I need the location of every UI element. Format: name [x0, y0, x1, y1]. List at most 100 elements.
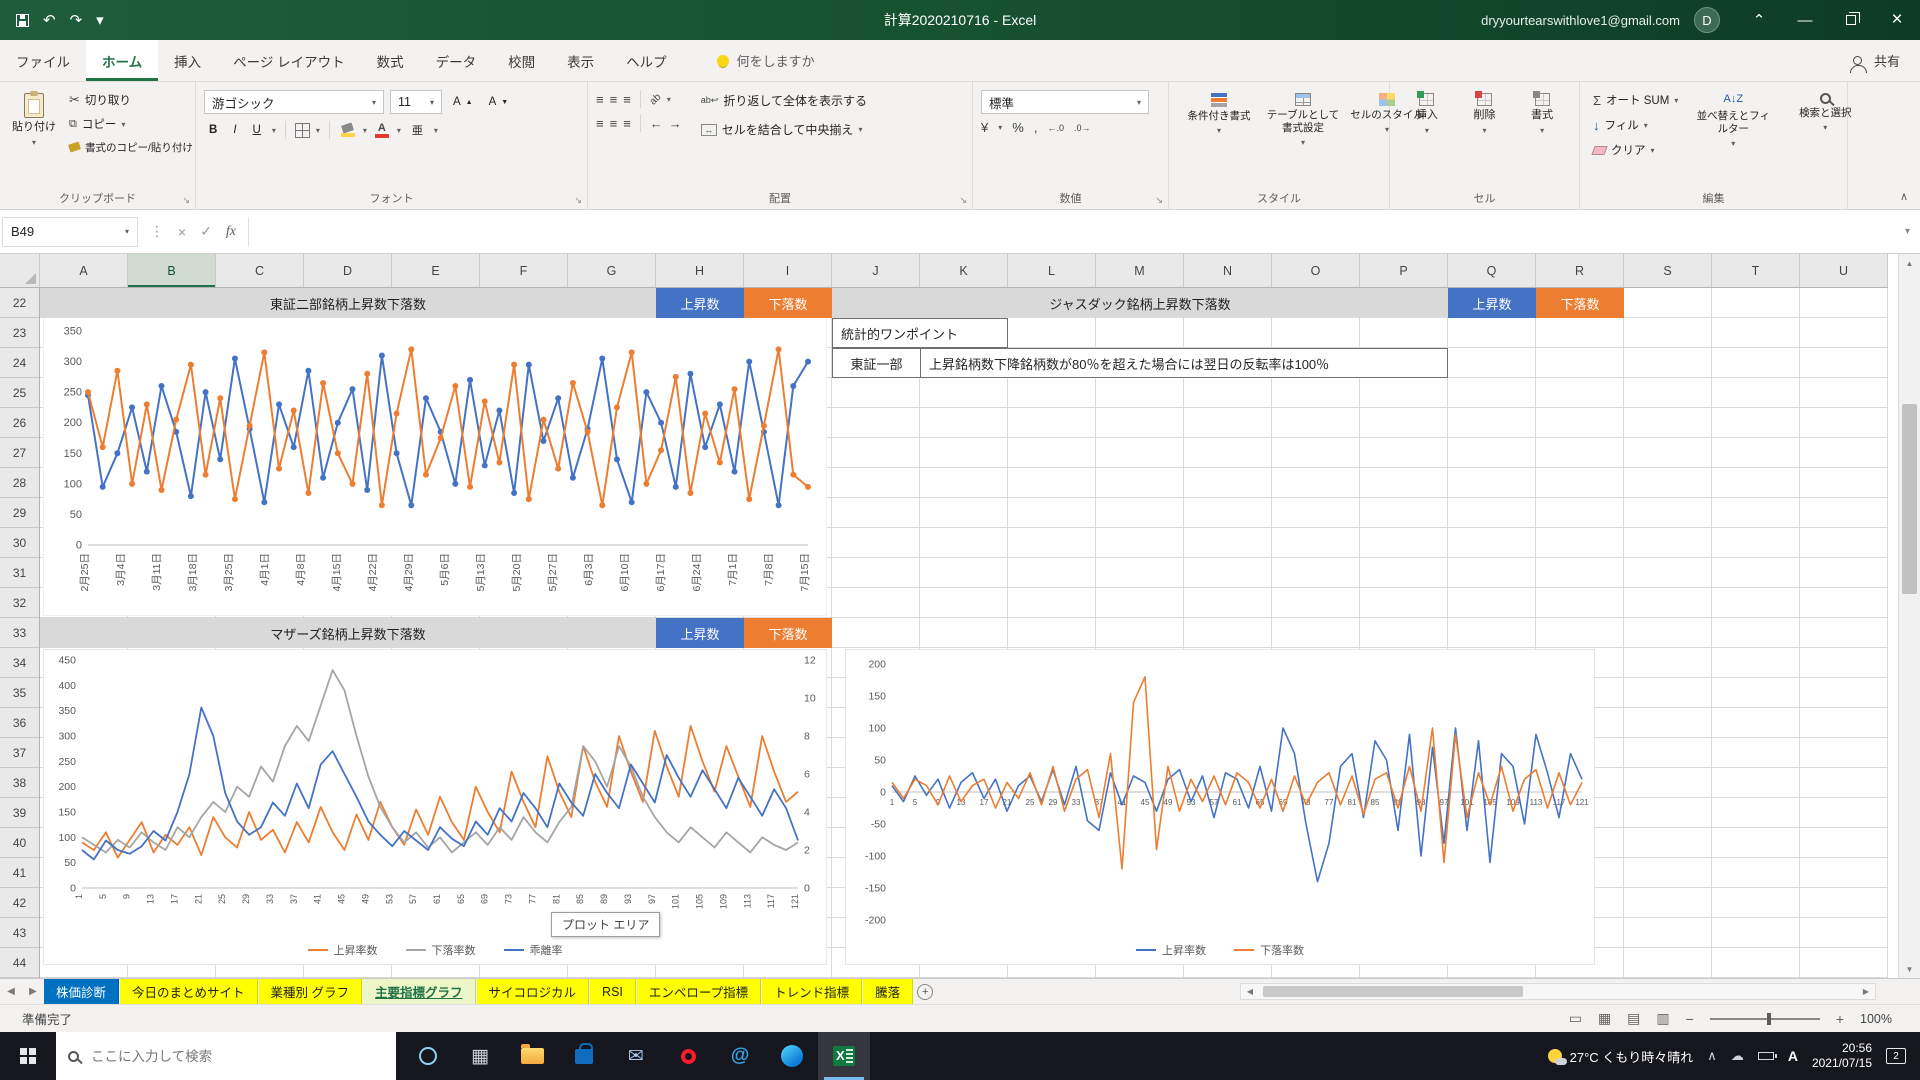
- zoom-slider-thumb[interactable]: [1767, 1013, 1771, 1025]
- row-header-37[interactable]: 37: [0, 738, 39, 768]
- sheet-tab-right-icon[interactable]: ▶: [22, 979, 44, 1004]
- column-header-G[interactable]: G: [568, 254, 656, 287]
- column-header-A[interactable]: A: [40, 254, 128, 287]
- cell-note-title[interactable]: 統計的ワンポイント: [832, 318, 1008, 348]
- redo-icon[interactable]: ↷: [70, 11, 83, 29]
- autosum-button[interactable]: Σオート SUM▾: [1588, 90, 1683, 110]
- excel-icon[interactable]: [818, 1032, 870, 1080]
- align-left-icon[interactable]: ≡: [596, 116, 604, 131]
- band-tosho2bu-title[interactable]: 東証二部銘柄上昇数下落数: [40, 288, 656, 318]
- band-jasdaq-title[interactable]: ジャスダック銘柄上昇数下落数: [832, 288, 1448, 318]
- chart-jasdaq[interactable]: 200150100500-50-100-150-2001591317212529…: [845, 649, 1595, 965]
- add-sheet-button[interactable]: +: [914, 979, 936, 1004]
- increase-font-icon[interactable]: A▲: [448, 94, 478, 110]
- badge-jasdaq-up[interactable]: 上昇数: [1448, 288, 1536, 318]
- store-icon[interactable]: [558, 1032, 610, 1080]
- file-explorer-icon[interactable]: [506, 1032, 558, 1080]
- column-header-S[interactable]: S: [1624, 254, 1712, 287]
- row-header-26[interactable]: 26: [0, 408, 39, 438]
- battery-icon[interactable]: [1758, 1052, 1774, 1060]
- increase-decimal-icon[interactable]: ←.0: [1047, 123, 1064, 133]
- row-header-24[interactable]: 24: [0, 348, 39, 378]
- account-email[interactable]: dryyourtearswithlove1@gmail.com: [1481, 13, 1680, 28]
- cut-button[interactable]: ✂切り取り: [64, 90, 198, 110]
- tell-me-search[interactable]: 何をしますか: [717, 40, 815, 81]
- row-header-43[interactable]: 43: [0, 918, 39, 948]
- copy-button[interactable]: ⧉コピー▾: [64, 114, 198, 134]
- badge-tosho2bu-down[interactable]: 下落数: [744, 288, 832, 318]
- taskbar-clock[interactable]: 20:56 2021/07/15: [1812, 1041, 1872, 1071]
- badge-tosho2bu-up[interactable]: 上昇数: [656, 288, 744, 318]
- row-header-22[interactable]: 22: [0, 288, 39, 318]
- column-header-C[interactable]: C: [216, 254, 304, 287]
- chart-mothers[interactable]: 4504003503002502001501005001210864201591…: [43, 649, 827, 965]
- row-header-23[interactable]: 23: [0, 318, 39, 348]
- decrease-indent-icon[interactable]: ←: [650, 116, 663, 131]
- conditional-formatting-button[interactable]: 条件付き書式▾: [1177, 90, 1261, 151]
- column-header-E[interactable]: E: [392, 254, 480, 287]
- tab-file[interactable]: ファイル: [0, 40, 86, 81]
- column-header-R[interactable]: R: [1536, 254, 1624, 287]
- font-size-select[interactable]: 11▾: [390, 90, 442, 114]
- opera-icon[interactable]: [662, 1032, 714, 1080]
- align-right-icon[interactable]: ≡: [623, 116, 631, 131]
- save-icon[interactable]: [16, 14, 29, 27]
- align-bottom-icon[interactable]: ≡: [623, 92, 631, 107]
- email-at-icon[interactable]: [714, 1032, 766, 1080]
- zoom-slider[interactable]: [1710, 1018, 1820, 1020]
- comma-format-icon[interactable]: ,: [1034, 120, 1038, 135]
- sheet-tab-トレンド指標[interactable]: トレンド指標: [762, 979, 862, 1004]
- badge-mothers-up[interactable]: 上昇数: [656, 618, 744, 648]
- decrease-font-icon[interactable]: A▼: [484, 94, 514, 110]
- clear-button[interactable]: クリア▾: [1588, 140, 1683, 160]
- column-header-P[interactable]: P: [1360, 254, 1448, 287]
- tab-page-layout[interactable]: ページ レイアウト: [217, 40, 360, 81]
- row-header-29[interactable]: 29: [0, 498, 39, 528]
- align-middle-icon[interactable]: ≡: [610, 92, 618, 107]
- share-button[interactable]: 共有: [1833, 40, 1920, 81]
- currency-format-icon[interactable]: ¥: [981, 120, 988, 135]
- notification-center-icon[interactable]: 2: [1886, 1048, 1906, 1064]
- sheet-tab-サイコロジカル[interactable]: サイコロジカル: [477, 979, 590, 1004]
- merge-center-button[interactable]: ↔ セルを結合して中央揃え▾: [696, 119, 872, 140]
- name-box[interactable]: B49▾: [2, 217, 138, 247]
- column-header-K[interactable]: K: [920, 254, 1008, 287]
- row-header-32[interactable]: 32: [0, 588, 39, 618]
- dialog-launcher-icon[interactable]: ↘: [574, 195, 582, 206]
- insert-cells-button[interactable]: 挿入▾: [1412, 90, 1442, 139]
- cancel-icon[interactable]: ×: [178, 224, 186, 240]
- sheet-tab-株価診断[interactable]: 株価診断: [44, 979, 119, 1004]
- align-top-icon[interactable]: ≡: [596, 92, 604, 107]
- taskbar-search-input[interactable]: [89, 1048, 359, 1065]
- column-header-N[interactable]: N: [1184, 254, 1272, 287]
- start-button[interactable]: [0, 1032, 56, 1080]
- fill-button[interactable]: ↓フィル▾: [1588, 115, 1683, 135]
- cell-note-label[interactable]: 東証一部: [833, 349, 921, 377]
- hscroll-left-icon[interactable]: ◀: [1241, 984, 1259, 999]
- row-header-27[interactable]: 27: [0, 438, 39, 468]
- row-header-36[interactable]: 36: [0, 708, 39, 738]
- ribbon-display-options-icon[interactable]: ⌃: [1736, 0, 1782, 40]
- sheet-tab-騰落[interactable]: 騰落: [863, 979, 913, 1004]
- row-header-44[interactable]: 44: [0, 948, 39, 978]
- zoom-level[interactable]: 100%: [1860, 1012, 1892, 1026]
- column-header-B[interactable]: B: [128, 254, 216, 287]
- row-header-35[interactable]: 35: [0, 678, 39, 708]
- borders-icon[interactable]: [295, 123, 310, 138]
- tab-home[interactable]: ホーム: [86, 40, 158, 81]
- scroll-up-icon[interactable]: ▲: [1899, 254, 1920, 272]
- underline-button[interactable]: U: [248, 122, 266, 138]
- restore-button[interactable]: [1828, 0, 1874, 40]
- percent-format-icon[interactable]: %: [1012, 120, 1024, 135]
- dialog-launcher-icon[interactable]: ↘: [959, 195, 967, 206]
- increase-indent-icon[interactable]: →: [669, 116, 682, 131]
- column-header-L[interactable]: L: [1008, 254, 1096, 287]
- page-layout-view-icon[interactable]: ▤: [1627, 1010, 1640, 1027]
- row-header-25[interactable]: 25: [0, 378, 39, 408]
- column-header-F[interactable]: F: [480, 254, 568, 287]
- tab-help[interactable]: ヘルプ: [610, 40, 683, 81]
- phonetic-guide-button[interactable]: 亜: [407, 120, 428, 140]
- find-select-button[interactable]: 検索と選択▾: [1783, 90, 1867, 160]
- weather-widget[interactable]: 27°C くもり時々晴れ: [1548, 1047, 1694, 1066]
- italic-button[interactable]: I: [228, 122, 241, 138]
